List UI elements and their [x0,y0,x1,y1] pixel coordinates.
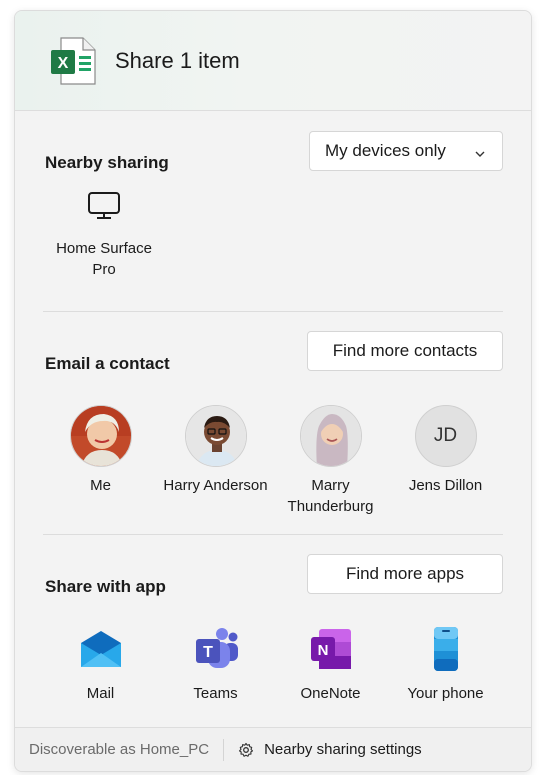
chevron-down-icon [474,145,486,165]
contact-name-line1: Marry [311,477,350,494]
nearby-sharing-settings-link[interactable]: Nearby sharing settings [238,741,422,758]
app-name: Your phone [407,685,484,702]
avatar: JD [414,405,477,467]
contact-name-line2: Thunderburg [287,498,374,515]
svg-text:T: T [203,644,213,661]
nearby-sharing-title: Nearby sharing [45,153,169,172]
nearby-sharing-section: Nearby sharing My devices only Home Surf… [43,111,503,311]
contact-jens-dillon[interactable]: JD Jens Dillon [388,405,503,517]
mail-icon [77,625,125,673]
contact-name: Harry Anderson [163,475,267,496]
contact-me[interactable]: Me [43,405,158,517]
app-onenote[interactable]: N OneNote [273,625,388,702]
avatar [184,405,247,467]
phone-icon [422,625,470,673]
avatar [299,405,362,467]
onenote-icon: N [307,625,355,673]
share-with-app-title: Share with app [45,577,166,596]
device-name-line1: Home Surface [56,240,152,257]
nearby-device-home-surface-pro[interactable]: Home Surface Pro [43,171,165,283]
email-contact-title: Email a contact [45,354,170,373]
contact-name: Me [90,475,111,496]
footer-separator [223,738,225,761]
find-more-contacts-button[interactable]: Find more contacts [307,331,503,371]
share-header: X Share 1 item [15,11,531,111]
settings-link-label: Nearby sharing settings [264,741,422,758]
contact-name: Jens Dillon [409,475,482,496]
teams-icon: T [192,625,240,673]
discoverable-status: Discoverable as Home_PC [29,741,210,758]
app-name: OneNote [300,685,361,702]
contact-name-line1: Jens Dillon [408,477,483,494]
dialog-title: Share 1 item [115,47,240,73]
app-your-phone[interactable]: Your phone [388,625,503,702]
app-name: Mail [86,685,115,702]
device-name: Home Surface Pro [56,238,152,280]
svg-text:X: X [58,55,69,72]
contact-harry-anderson[interactable]: Harry Anderson [158,405,273,517]
gear-icon [238,742,254,758]
contact-list: Me Harry Anderson Marry Thunderburg JD J… [43,405,503,517]
nearby-scope-dropdown[interactable]: My devices only [309,131,503,171]
contact-name-line1: Me [90,477,111,494]
device-name-line2: Pro [92,261,116,278]
app-list: Mail T Teams N OneNote Your phone [43,625,503,702]
monitor-icon [87,191,121,226]
find-more-apps-button[interactable]: Find more apps [307,554,503,594]
dialog-footer: Discoverable as Home_PC Nearby sharing s… [15,727,531,771]
excel-file-icon: X [49,36,97,86]
nearby-scope-value: My devices only [325,141,446,160]
contact-marry-thunderburg[interactable]: Marry Thunderburg [273,405,388,517]
avatar [69,405,132,467]
svg-text:N: N [317,642,328,659]
share-dialog: X Share 1 item Nearby sharing My devices… [14,10,532,772]
app-name: Teams [193,685,238,702]
avatar-initials: JD [433,425,458,446]
app-teams[interactable]: T Teams [158,625,273,702]
app-mail[interactable]: Mail [43,625,158,702]
contact-name: Marry Thunderburg [288,475,374,517]
contact-name-line1: Harry Anderson [163,477,268,494]
